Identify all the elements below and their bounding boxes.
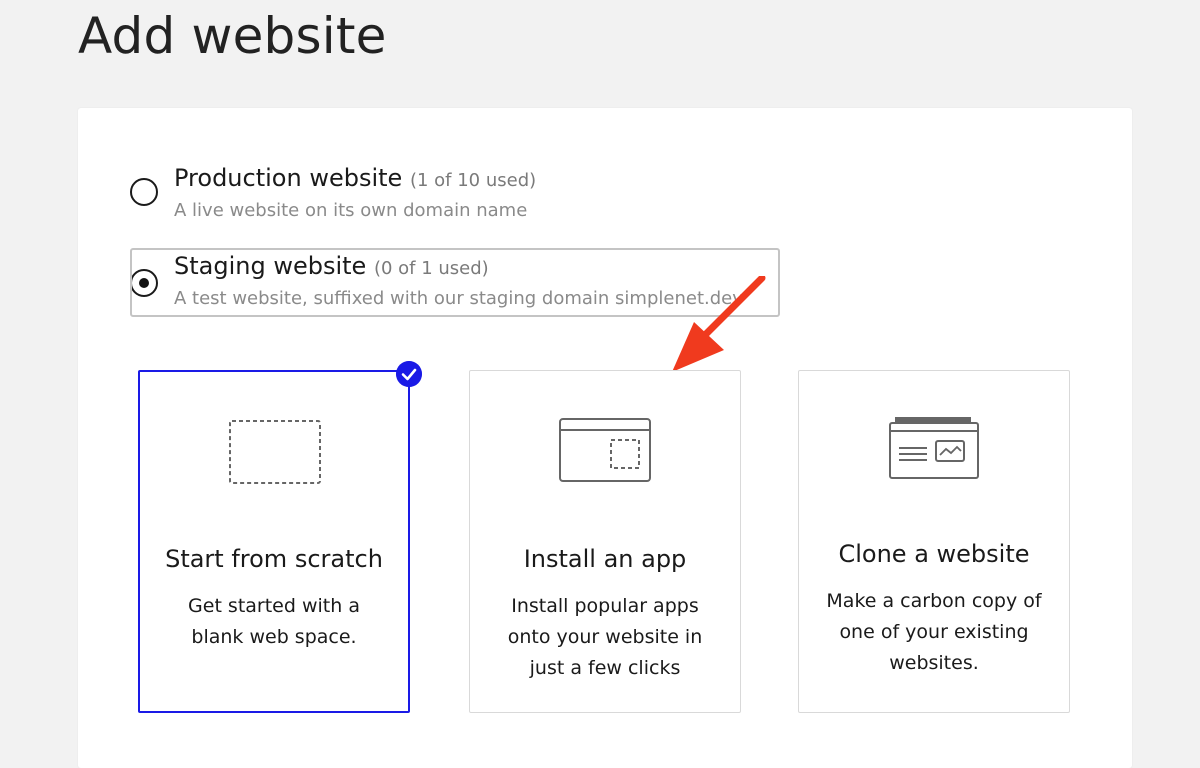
app-window-icon	[559, 418, 651, 482]
production-website-title: Production website (1 of 10 used)	[174, 162, 536, 197]
clone-a-website-tile[interactable]: Clone a website Make a carbon copy of on…	[798, 370, 1070, 713]
staging-website-description: A test website, suffixed with our stagin…	[174, 288, 743, 309]
production-usage-count: (1 of 10 used)	[409, 170, 537, 191]
radio-selected-dot	[139, 278, 149, 288]
production-website-option[interactable]: Production website (1 of 10 used) A live…	[130, 158, 780, 224]
start-from-scratch-description: Get started with a blank web space.	[188, 595, 360, 648]
install-an-app-description: Install popular apps onto your website i…	[507, 595, 703, 679]
page-title: Add website	[78, 7, 387, 65]
start-from-scratch-tile[interactable]: Start from scratch Get started with a bl…	[138, 361, 422, 713]
staging-usage-count: (0 of 1 used)	[373, 258, 489, 279]
staging-website-label: Staging website	[174, 252, 367, 280]
add-website-card: Production website (1 of 10 used) A live…	[78, 108, 1132, 768]
selected-check-icon	[396, 361, 422, 387]
production-radio-button[interactable]	[130, 178, 158, 206]
production-website-label: Production website	[174, 164, 403, 192]
clone-a-website-title: Clone a website	[838, 540, 1030, 568]
production-website-description: A live website on its own domain name	[174, 200, 528, 221]
staging-radio-button[interactable]	[132, 269, 158, 297]
staging-website-title: Staging website (0 of 1 used)	[174, 250, 489, 285]
start-from-scratch-title: Start from scratch	[165, 545, 383, 573]
install-an-app-tile[interactable]: Install an app Install popular apps onto…	[469, 370, 741, 713]
install-an-app-title: Install an app	[523, 545, 687, 573]
clone-a-website-description: Make a carbon copy of one of your existi…	[826, 590, 1042, 674]
dashed-box-icon	[229, 420, 321, 484]
browser-clone-icon	[889, 417, 979, 479]
